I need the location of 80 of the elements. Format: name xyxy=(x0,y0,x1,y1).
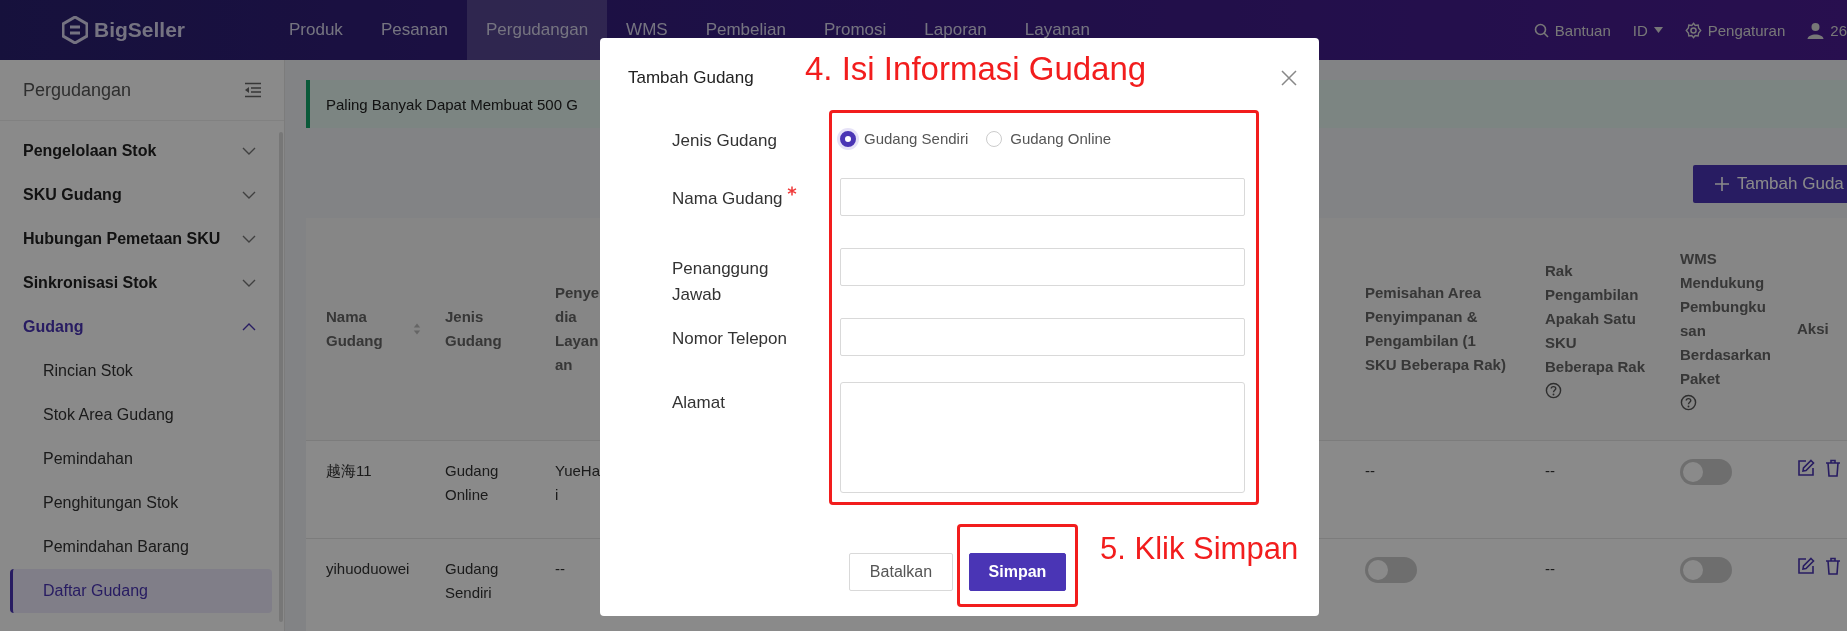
sidebar-item[interactable]: Stok Area Gudang xyxy=(10,393,272,437)
sidebar-item[interactable]: Rincian Stok xyxy=(10,349,272,393)
column-header: Pemisahan Area Penyimpanan & Pengambilan (1 SKU Beberapa Rak) xyxy=(1365,283,1507,375)
table-cell: 越海11 xyxy=(326,462,372,479)
sidebar-group[interactable]: Sinkronisasi Stok xyxy=(0,261,284,305)
sidebar-item[interactable]: Daftar Gudang xyxy=(10,569,272,613)
table-cell: -- xyxy=(555,560,565,577)
column-header: Jenis Gudang xyxy=(445,307,503,351)
table-cell: -- xyxy=(1545,560,1555,577)
help-icon[interactable] xyxy=(1680,394,1697,411)
toggle-switch[interactable] xyxy=(1365,557,1417,583)
table-cell: Gudang Online xyxy=(445,462,499,503)
field-label: Nomor Telepon xyxy=(672,328,787,350)
table-cell: -- xyxy=(1365,462,1375,479)
delete-icon[interactable] xyxy=(1825,459,1841,477)
user-menu[interactable]: 26 xyxy=(1807,21,1847,39)
radio-option[interactable]: Gudang Online xyxy=(986,126,1112,147)
text-input[interactable] xyxy=(840,248,1245,286)
radio-label: Gudang Sendiri xyxy=(864,130,969,147)
sidebar-group[interactable]: Pengelolaan Stok xyxy=(0,129,284,173)
dialog-title: Tambah Gudang xyxy=(628,68,754,88)
sidebar-title: Pergudangan xyxy=(23,79,132,101)
column-header: Rak Pengambilan Apakah Satu SKU Beberapa Rak xyxy=(1545,261,1646,377)
chevron-icon xyxy=(242,235,256,243)
nav-tab[interactable]: Pesanan xyxy=(361,0,467,60)
annotation-text: 4. Isi Informasi Gudang xyxy=(805,50,1147,88)
help-link[interactable]: Bantuan xyxy=(1533,21,1611,39)
help-icon[interactable] xyxy=(1545,382,1562,399)
save-button[interactable]: Simpan xyxy=(969,553,1066,591)
sidebar-group[interactable]: Hubungan Pemetaan SKU xyxy=(0,217,284,261)
text-input[interactable] xyxy=(840,178,1245,216)
column-header: Penyedia Layanan xyxy=(555,283,601,375)
radio-option[interactable]: Gudang Sendiri xyxy=(840,126,969,147)
field-label: Jenis Gudang xyxy=(672,130,777,152)
settings-link[interactable]: Pengaturan xyxy=(1684,21,1786,39)
toggle-switch[interactable] xyxy=(1680,557,1732,583)
column-header: Nama Gudang xyxy=(326,307,384,351)
table-cell: -- xyxy=(1545,462,1555,479)
user-icon xyxy=(1807,21,1825,39)
address-textarea[interactable] xyxy=(840,382,1245,493)
toggle-switch[interactable] xyxy=(1680,459,1732,485)
chevron-icon xyxy=(242,323,256,331)
chevron-icon xyxy=(242,279,256,287)
plus-icon xyxy=(1715,177,1729,191)
field-label: Nama Gudang xyxy=(672,188,783,210)
search-icon xyxy=(1533,22,1549,38)
alert-text: Paling Banyak Dapat Membuat 500 G xyxy=(326,95,578,113)
sidebar-group[interactable]: Gudang xyxy=(0,305,284,349)
field-label: Penanggung Jawab xyxy=(672,258,770,306)
settings-icon xyxy=(1684,21,1702,39)
chevron-icon xyxy=(242,147,256,155)
table-cell: YueHai xyxy=(555,462,601,503)
chevron-icon xyxy=(242,191,256,199)
close-icon[interactable] xyxy=(1281,70,1297,86)
text-input[interactable] xyxy=(840,318,1245,356)
sidebar-group[interactable]: SKU Gudang xyxy=(0,173,284,217)
edit-icon[interactable] xyxy=(1797,459,1815,477)
required-icon xyxy=(786,186,797,196)
logo-icon xyxy=(62,16,88,44)
annotation-text: 5. Klik Simpan xyxy=(1100,531,1299,567)
table-cell: Gudang Sendiri xyxy=(445,560,499,601)
table-cell: yihuoduowei xyxy=(326,560,410,577)
column-header: WMS Mendukung Pembungkusan Berdasarkan Paket xyxy=(1680,249,1771,389)
sidebar-item[interactable]: Pemindahan Barang xyxy=(10,525,272,569)
language-dropdown[interactable]: ID xyxy=(1632,21,1663,39)
brand-name: BigSeller xyxy=(94,18,186,42)
caret-icon xyxy=(1653,27,1663,33)
radio-button[interactable] xyxy=(840,130,856,147)
field-label: Alamat xyxy=(672,392,725,414)
add-warehouse-button[interactable]: Tambah Guda xyxy=(1693,165,1847,203)
delete-icon[interactable] xyxy=(1825,557,1841,575)
sort-icon[interactable] xyxy=(413,321,421,337)
sidebar-item[interactable]: Penghitungan Stok xyxy=(10,481,272,525)
cancel-button[interactable]: Batalkan xyxy=(849,553,953,591)
edit-icon[interactable] xyxy=(1797,557,1815,575)
sidebar-item[interactable]: Pemindahan xyxy=(10,437,272,481)
column-header: Aksi xyxy=(1797,319,1829,339)
collapse-menu-icon[interactable] xyxy=(244,82,262,98)
radio-label: Gudang Online xyxy=(1010,130,1112,147)
nav-tab[interactable]: Produk xyxy=(270,0,362,60)
